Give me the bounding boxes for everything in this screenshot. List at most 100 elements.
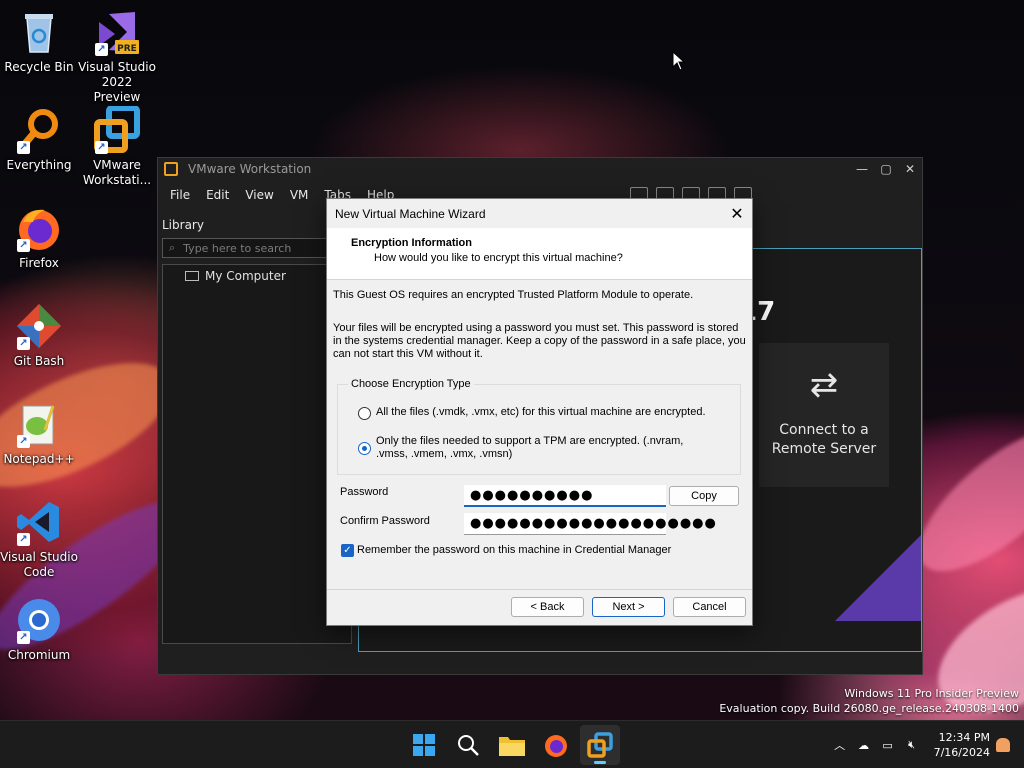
cancel-button[interactable]: Cancel <box>673 597 746 617</box>
intro-text: This Guest OS requires an encrypted Trus… <box>333 289 694 301</box>
desktop-icon-label: Notepad++ <box>3 452 75 466</box>
desktop-icon-notepad-plus-plus[interactable]: ↗ Notepad++ <box>0 400 78 467</box>
dialog-title-bar: New Virtual Machine Wizard ✕ <box>327 199 752 228</box>
dialog-body: This Guest OS requires an encrypted Trus… <box>327 280 752 361</box>
desktop-icon-git-bash[interactable]: ↗ Git Bash <box>0 302 78 369</box>
firefox-icon: ↗ <box>15 204 63 252</box>
password-input[interactable]: ●●●●●●●●●● <box>464 485 666 507</box>
group-label: Choose Encryption Type <box>348 378 474 390</box>
git-bash-icon: ↗ <box>15 302 63 350</box>
dialog-header: Encryption Information How would you lik… <box>327 228 752 280</box>
desktop-icon-label: Visual Studio Code <box>0 550 78 579</box>
option-tpm-files[interactable]: Only the files needed to support a TPM a… <box>358 435 718 461</box>
desktop-icon-label: Everything <box>6 158 72 172</box>
shortcut-arrow-icon: ↗ <box>17 533 30 546</box>
tree-item-label: My Computer <box>205 269 286 283</box>
back-button[interactable]: < Back <box>511 597 584 617</box>
clock-time: 12:34 PM <box>938 731 990 744</box>
radio-all-files[interactable] <box>358 407 371 420</box>
library-search-input[interactable]: ⌕ Type here to search <box>162 238 352 258</box>
desktop-icon-label: Visual Studio 2022 Preview <box>78 60 156 104</box>
taskbar: ︿ ☁ ▭ 🔇︎ 12:34 PM 7/16/2024 <box>0 720 1024 768</box>
search-placeholder: Type here to search <box>183 241 292 255</box>
dialog-title: New Virtual Machine Wizard <box>335 206 486 221</box>
library-tree: My Computer <box>162 264 352 644</box>
dialog-heading: Encryption Information <box>351 237 472 249</box>
recycle-bin-icon <box>15 8 63 56</box>
option-all-files[interactable]: All the files (.vmdk, .vmx, etc) for thi… <box>358 406 706 420</box>
desktop-icon-firefox[interactable]: ↗ Firefox <box>0 204 78 271</box>
notification-bell-icon[interactable] <box>996 738 1010 752</box>
windows-watermark: Windows 11 Pro Insider Preview Evaluatio… <box>719 686 1019 716</box>
radio-tpm-files[interactable] <box>358 442 371 455</box>
desktop-icon-label: Git Bash <box>13 354 65 368</box>
menu-vm[interactable]: VM <box>282 188 317 202</box>
cloud-offline-icon[interactable]: ☁ <box>852 739 876 752</box>
volume-muted-icon[interactable]: 🔇︎ <box>900 738 924 752</box>
shortcut-arrow-icon: ↗ <box>17 631 30 644</box>
connect-remote-server-card[interactable]: ⇄ Connect to a Remote Server <box>759 343 889 487</box>
encryption-type-group: Choose Encryption Type All the files (.v… <box>337 378 741 475</box>
shortcut-arrow-icon: ↗ <box>17 141 30 154</box>
remember-password-checkbox[interactable]: ✓ <box>341 544 354 557</box>
taskbar-vmware[interactable] <box>580 725 620 765</box>
remember-password-label: Remember the password on this machine in… <box>357 544 672 556</box>
vmware-title-bar: VMware Workstation — ▢ ✕ <box>158 158 922 180</box>
minimize-icon[interactable]: — <box>850 162 874 176</box>
shortcut-arrow-icon: ↗ <box>95 141 108 154</box>
windows-logo-icon <box>413 734 435 756</box>
vmware-logo-icon <box>164 162 178 176</box>
option-tpm-label: Only the files needed to support a TPM a… <box>376 435 684 460</box>
firefox-icon <box>545 735 567 757</box>
confirm-password-label: Confirm Password <box>340 515 430 527</box>
search-icon: ⌕ <box>169 241 176 254</box>
maximize-icon[interactable]: ▢ <box>874 162 898 176</box>
menu-file[interactable]: File <box>162 188 198 202</box>
next-button[interactable]: Next > <box>592 597 665 617</box>
watermark-build: Evaluation copy. Build 26080.ge_release.… <box>719 702 1019 715</box>
swap-arrows-icon: ⇄ <box>809 365 839 405</box>
shortcut-arrow-icon: ↗ <box>17 435 30 448</box>
close-icon[interactable]: ✕ <box>898 162 922 176</box>
start-button[interactable] <box>404 725 444 765</box>
desktop-icon-chromium[interactable]: ↗ Chromium <box>0 596 78 663</box>
decorative-triangle <box>835 535 921 621</box>
menu-view[interactable]: View <box>237 188 281 202</box>
shortcut-arrow-icon: ↗ <box>95 43 108 56</box>
vscode-icon: ↗ <box>15 498 63 546</box>
chevron-up-icon[interactable]: ︿ <box>828 737 852 753</box>
desktop-icon-label: VMware Workstati... <box>82 158 152 187</box>
notepad-plus-plus-icon: ↗ <box>15 400 63 448</box>
vmware-icon <box>587 732 613 758</box>
magnifier-icon: ↗ <box>15 106 63 154</box>
taskbar-search-button[interactable] <box>448 725 488 765</box>
desktop-icon-vmware[interactable]: ↗ VMware Workstati... <box>78 105 156 188</box>
desktop-icon-label: Recycle Bin <box>4 60 74 74</box>
option-all-label: All the files (.vmdk, .vmx, etc) for thi… <box>376 406 706 418</box>
confirm-password-input[interactable]: ●●●●●●●●●●●●●●●●●●●● <box>464 513 716 535</box>
computer-icon <box>185 271 199 281</box>
shortcut-arrow-icon: ↗ <box>17 337 30 350</box>
desktop-icon-everything[interactable]: ↗ Everything <box>0 106 78 173</box>
menu-edit[interactable]: Edit <box>198 188 237 202</box>
taskbar-pinned-apps <box>404 725 620 765</box>
password-label: Password <box>340 486 389 498</box>
taskbar-file-explorer[interactable] <box>492 725 532 765</box>
desktop-icon-visual-studio-2022-preview[interactable]: PRE ↗ Visual Studio 2022 Preview <box>78 8 156 105</box>
close-icon[interactable]: ✕ <box>722 204 752 224</box>
clock[interactable]: 12:34 PM 7/16/2024 <box>934 730 990 760</box>
desktop-icon-vscode[interactable]: ↗ Visual Studio Code <box>0 498 78 580</box>
shortcut-arrow-icon: ↗ <box>17 239 30 252</box>
desktop-icon-label: Chromium <box>7 648 71 662</box>
search-icon <box>458 735 479 756</box>
copy-button[interactable]: Copy <box>669 486 739 506</box>
dialog-footer: < Back Next > Cancel <box>327 589 752 625</box>
taskbar-firefox[interactable] <box>536 725 576 765</box>
system-tray: ︿ ☁ ▭ 🔇︎ 12:34 PM 7/16/2024 <box>828 721 1024 768</box>
display-icon[interactable]: ▭ <box>876 739 900 752</box>
vmware-icon: ↗ <box>93 105 141 154</box>
desktop-icon-label: Firefox <box>19 256 59 270</box>
dialog-subheading: How would you like to encrypt this virtu… <box>374 252 623 264</box>
desktop-icon-recycle-bin[interactable]: Recycle Bin <box>0 8 78 75</box>
info-text: Your files will be encrypted using a pas… <box>333 322 746 360</box>
